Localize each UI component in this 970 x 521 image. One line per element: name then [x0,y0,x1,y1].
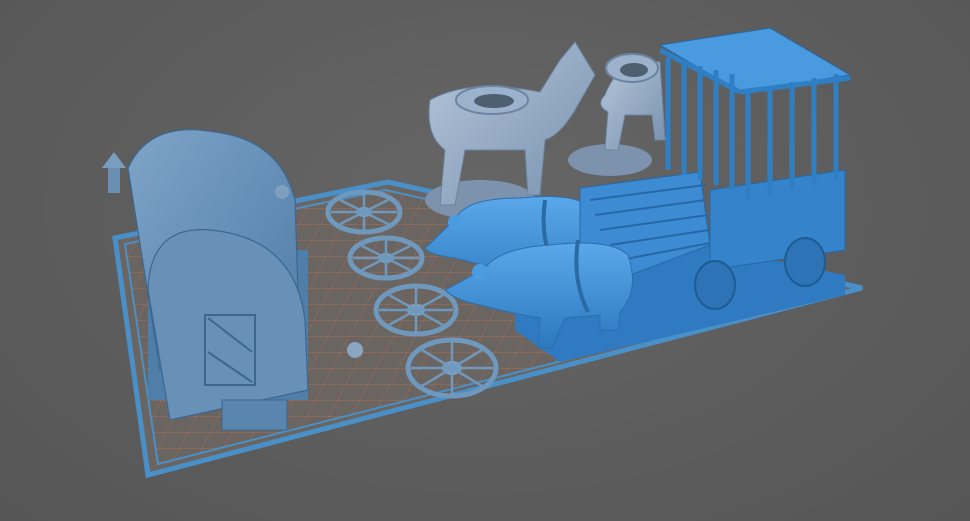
horse-saddle-hole [620,63,648,77]
wheel [373,283,459,337]
chimney-pipe [108,168,120,193]
cage-wheel-left [694,260,736,310]
bear-ear [472,264,488,280]
scene-canvas[interactable] [0,0,970,521]
chimney-cap [102,152,126,168]
wheel [325,189,403,235]
wheel [405,337,499,399]
bear-ear [448,215,462,229]
horse-saddle-hole [474,94,514,108]
slicer-3d-viewport[interactable] [0,0,970,521]
wheel [347,235,425,281]
lantern-left [275,185,289,199]
horse-left-model[interactable] [425,41,596,220]
wagon-step [221,399,288,431]
cage-wheel-right [784,237,826,287]
horse-body [428,41,596,206]
lantern-right [347,342,363,358]
